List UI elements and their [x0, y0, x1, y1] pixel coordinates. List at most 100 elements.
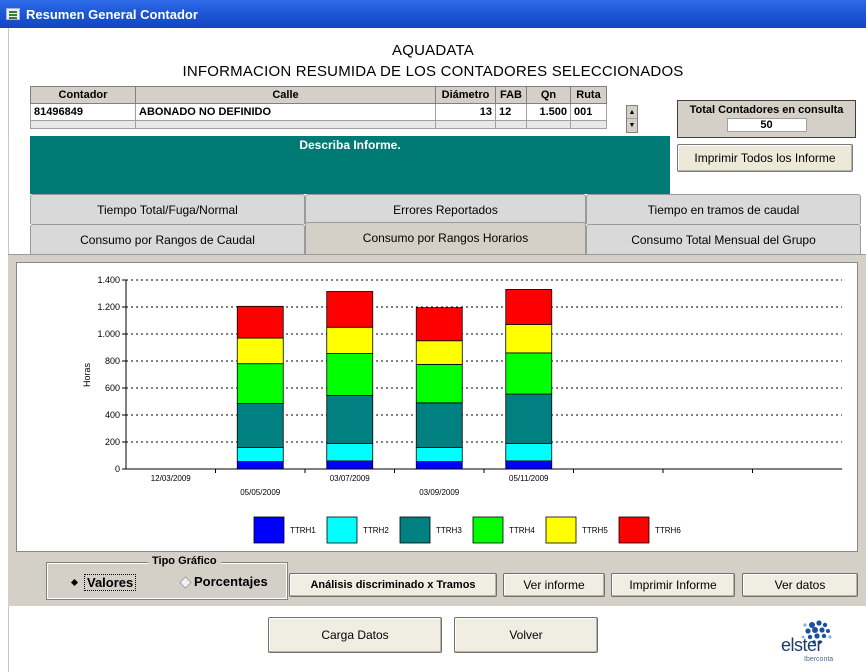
- form-icon: [6, 8, 20, 20]
- bar-segment-ttrh6: [505, 289, 553, 325]
- y-tick-label: 1.200: [97, 302, 120, 312]
- bar-segment-ttrh3: [326, 395, 374, 444]
- y-tick-label: 1.400: [97, 275, 120, 285]
- col-header-contador: Contador: [30, 86, 136, 104]
- logo-name: elster: [781, 635, 823, 655]
- radio-selected-icon[interactable]: [70, 578, 80, 588]
- x-tick-label: 05/05/2009: [240, 488, 281, 497]
- load-data-button[interactable]: Carga Datos: [268, 617, 442, 653]
- tab-consumo-total-mensual[interactable]: Consumo Total Mensual del Grupo: [586, 224, 861, 254]
- legend-swatch: [618, 516, 650, 544]
- legend-swatch: [545, 516, 577, 544]
- view-report-button[interactable]: Ver informe: [503, 573, 605, 597]
- bar-segment-ttrh1: [505, 460, 553, 470]
- tab-tiempo-total[interactable]: Tiempo Total/Fuga/Normal: [30, 194, 305, 224]
- legend-label: TTRH2: [363, 526, 389, 535]
- cell-empty[interactable]: [435, 120, 496, 129]
- bar-segment-ttrh6: [415, 307, 463, 342]
- cell-contador[interactable]: 81496849: [30, 103, 136, 121]
- legend-swatch: [472, 516, 504, 544]
- cell-qn[interactable]: 1.500: [526, 103, 571, 121]
- option-porcentajes-label: Porcentajes: [194, 574, 268, 589]
- radio-unselected-icon[interactable]: [180, 577, 190, 587]
- report-description[interactable]: Describa Informe.: [30, 136, 670, 194]
- print-report-button[interactable]: Imprimir Informe: [611, 573, 735, 597]
- col-header-qn: Qn: [526, 86, 571, 104]
- table-row[interactable]: 81496849 ABONADO NO DEFINIDO 13 12 1.500…: [30, 103, 607, 121]
- legend-swatch: [326, 516, 358, 544]
- tab-consumo-rangos-caudal[interactable]: Consumo por Rangos de Caudal: [30, 224, 305, 254]
- analysis-button[interactable]: Análisis discriminado x Tramos: [289, 573, 497, 597]
- table-new-row[interactable]: [30, 120, 607, 129]
- y-tick-label: 600: [105, 383, 120, 393]
- window-title: Resumen General Contador: [26, 6, 198, 22]
- y-tick-label: 200: [105, 437, 120, 447]
- print-all-button[interactable]: Imprimir Todos los Informe: [677, 144, 853, 172]
- bar-segment-ttrh5: [236, 337, 284, 365]
- option-porcentajes[interactable]: Porcentajes: [180, 574, 268, 589]
- y-tick-label: 0: [115, 464, 120, 474]
- x-tick-label: 12/03/2009: [151, 474, 192, 483]
- bar-segment-ttrh1: [236, 461, 284, 470]
- legend-label: TTRH5: [582, 526, 608, 535]
- bar-segment-ttrh3: [415, 402, 463, 448]
- bar-segment-ttrh1: [415, 461, 463, 470]
- col-header-calle: Calle: [135, 86, 436, 104]
- bar-segment-ttrh1: [326, 460, 374, 470]
- y-axis-label: Horas: [82, 363, 92, 388]
- legend-label: TTRH3: [436, 526, 462, 535]
- chart-type-group: Tipo Gráfico Valores Porcentajes: [46, 555, 288, 600]
- page-title: AQUADATA: [392, 42, 474, 59]
- legend-label: TTRH4: [509, 526, 535, 535]
- cell-diametro[interactable]: 13: [435, 103, 496, 121]
- cell-empty[interactable]: [30, 120, 136, 129]
- x-tick-label: 03/09/2009: [419, 488, 460, 497]
- cell-fab[interactable]: 12: [495, 103, 527, 121]
- total-meters-box: Total Contadores en consulta 50: [677, 100, 856, 138]
- total-meters-label: Total Contadores en consulta: [689, 104, 844, 116]
- tab-errores-reportados[interactable]: Errores Reportados: [305, 194, 586, 224]
- legend-label: TTRH6: [655, 526, 681, 535]
- back-button[interactable]: Volver: [454, 617, 598, 653]
- scroll-down-icon[interactable]: ▼: [627, 119, 637, 132]
- chart-container: 0 200 400 600 800 1.000 1.200 1.400 Horas 12/03/2…: [16, 262, 858, 552]
- col-header-fab: FAB: [495, 86, 527, 104]
- bar-segment-ttrh5: [326, 326, 374, 354]
- total-meters-value: 50: [726, 118, 807, 132]
- cell-empty[interactable]: [570, 120, 607, 129]
- window-titlebar: Resumen General Contador: [0, 0, 866, 28]
- x-tick-label: 05/11/2009: [509, 474, 549, 483]
- bar-segment-ttrh6: [236, 305, 284, 339]
- cell-empty[interactable]: [526, 120, 571, 129]
- table-header-row: Contador Calle Diámetro FAB Qn Ruta: [30, 86, 607, 104]
- bar-segment-ttrh4: [505, 352, 553, 395]
- x-tick-label: 03/07/2009: [330, 474, 371, 483]
- bar-segment-ttrh5: [415, 340, 463, 365]
- scroll-up-icon[interactable]: ▲: [627, 106, 637, 119]
- bar-segment-ttrh3: [505, 393, 553, 444]
- col-header-ruta: Ruta: [570, 86, 607, 104]
- table-scrollbar[interactable]: ▲ ▼: [626, 105, 638, 133]
- cell-ruta[interactable]: 001: [570, 103, 607, 121]
- bar-segment-ttrh6: [326, 291, 374, 328]
- tab-tiempo-tramos[interactable]: Tiempo en tramos de caudal: [586, 194, 861, 224]
- meter-table: Contador Calle Diámetro FAB Qn Ruta 8149…: [30, 86, 607, 129]
- option-valores[interactable]: Valores: [70, 574, 137, 591]
- page-subtitle: INFORMACION RESUMIDA DE LOS CONTADORES S…: [182, 63, 684, 80]
- cell-empty[interactable]: [135, 120, 436, 129]
- bar-segment-ttrh2: [236, 446, 284, 462]
- bar-segment-ttrh2: [415, 446, 463, 462]
- tab-consumo-rangos-horarios[interactable]: Consumo por Rangos Horarios: [305, 222, 586, 254]
- y-tick-label: 1.000: [97, 329, 120, 339]
- view-data-button[interactable]: Ver datos: [742, 573, 858, 597]
- bar-segment-ttrh4: [326, 353, 374, 396]
- cell-empty[interactable]: [495, 120, 527, 129]
- logo-subtitle: Iberconta: [804, 656, 834, 663]
- bar-segment-ttrh5: [505, 324, 553, 354]
- bar-segment-ttrh2: [326, 442, 374, 462]
- option-valores-label: Valores: [84, 574, 137, 591]
- legend-swatch: [399, 516, 431, 544]
- cell-calle[interactable]: ABONADO NO DEFINIDO: [135, 103, 436, 121]
- bar-segment-ttrh4: [236, 363, 284, 404]
- legend-swatch: [253, 516, 285, 544]
